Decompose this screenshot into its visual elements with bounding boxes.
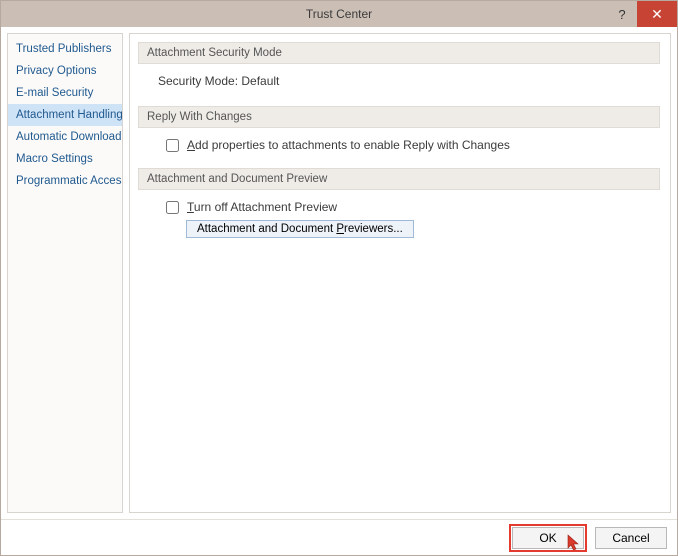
close-icon[interactable]: ✕ bbox=[637, 1, 677, 27]
section-head: Reply With Changes bbox=[138, 106, 660, 128]
ok-button[interactable]: OK bbox=[512, 527, 584, 549]
window-title: Trust Center bbox=[306, 7, 372, 21]
sidebar-item-automatic-download[interactable]: Automatic Download bbox=[8, 126, 122, 148]
help-icon[interactable]: ? bbox=[607, 1, 637, 27]
cancel-button[interactable]: Cancel bbox=[595, 527, 667, 549]
sidebar-item-privacy-options[interactable]: Privacy Options bbox=[8, 60, 122, 82]
section-head: Attachment Security Mode bbox=[138, 42, 660, 64]
sidebar-item-programmatic-access[interactable]: Programmatic Access bbox=[8, 170, 122, 192]
sidebar-item-macro-settings[interactable]: Macro Settings bbox=[8, 148, 122, 170]
section-reply-with-changes: Reply With Changes Add properties to att… bbox=[138, 106, 660, 154]
sidebar-item-attachment-handling[interactable]: Attachment Handling bbox=[8, 104, 122, 126]
sidebar-item-trusted-publishers[interactable]: Trusted Publishers bbox=[8, 38, 122, 60]
checkbox-turn-off-preview[interactable]: Turn off Attachment Preview bbox=[138, 198, 660, 216]
checkbox-label: Turn off Attachment Preview bbox=[187, 200, 337, 214]
dialog-window: Trust Center ? ✕ Trusted Publishers Priv… bbox=[0, 0, 678, 556]
client-area: Trusted Publishers Privacy Options E-mai… bbox=[1, 27, 677, 519]
previewers-button[interactable]: Attachment and Document Previewers... bbox=[186, 220, 414, 238]
previewers-row: Attachment and Document Previewers... bbox=[138, 216, 660, 238]
sidebar: Trusted Publishers Privacy Options E-mai… bbox=[7, 33, 123, 513]
titlebar: Trust Center ? ✕ bbox=[1, 1, 677, 27]
titlebar-buttons: ? ✕ bbox=[607, 1, 677, 27]
section-attachment-document-preview: Attachment and Document Preview Turn off… bbox=[138, 168, 660, 238]
section-head: Attachment and Document Preview bbox=[138, 168, 660, 190]
checkbox-input[interactable] bbox=[166, 201, 179, 214]
main-panel: Attachment Security Mode Security Mode: … bbox=[129, 33, 671, 513]
ok-highlight: OK bbox=[509, 524, 587, 552]
section-attachment-security-mode: Attachment Security Mode Security Mode: … bbox=[138, 42, 660, 92]
sidebar-item-email-security[interactable]: E-mail Security bbox=[8, 82, 122, 104]
footer: OK Cancel bbox=[1, 519, 677, 555]
checkbox-add-properties[interactable]: Add properties to attachments to enable … bbox=[138, 136, 660, 154]
security-mode-value: Security Mode: Default bbox=[138, 72, 660, 92]
checkbox-label: Add properties to attachments to enable … bbox=[187, 138, 510, 152]
checkbox-input[interactable] bbox=[166, 139, 179, 152]
